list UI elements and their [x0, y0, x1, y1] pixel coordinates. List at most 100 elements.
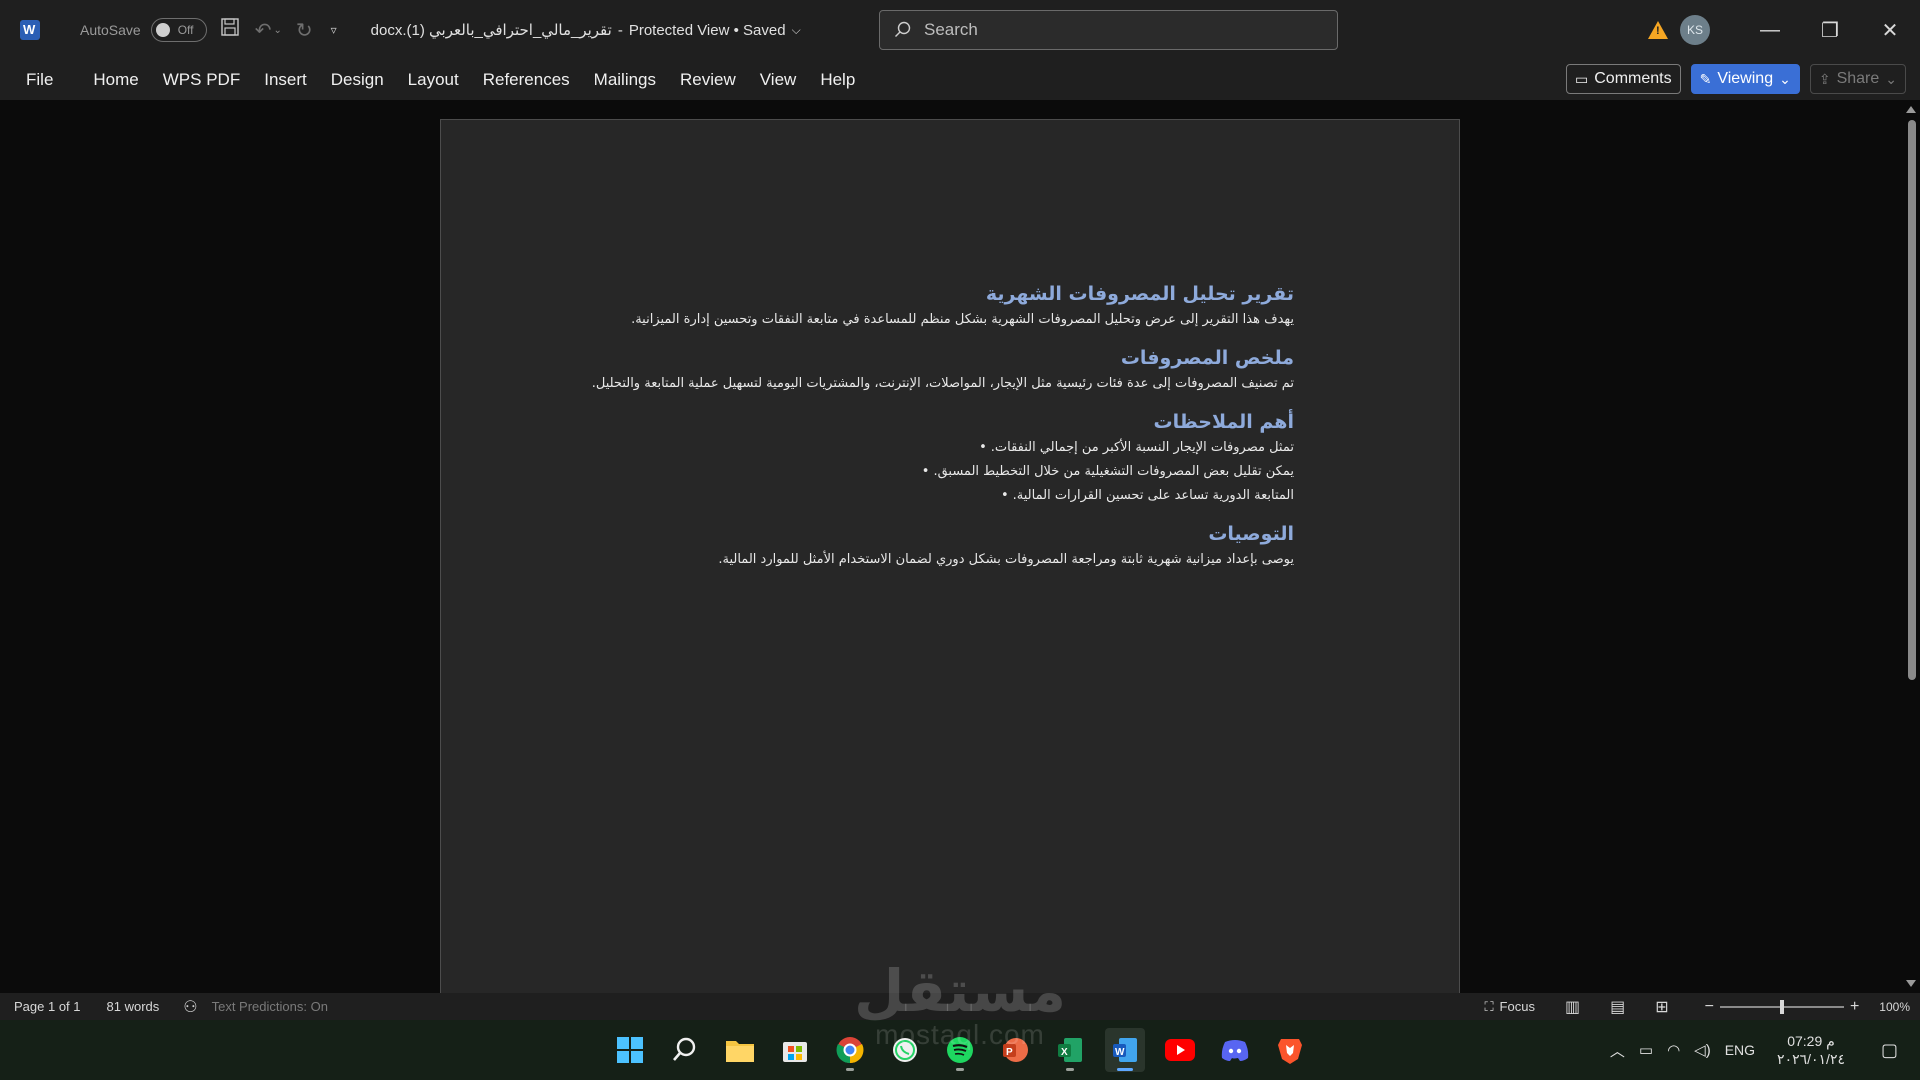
tab-mailings[interactable]: Mailings [582, 60, 668, 100]
running-indicator [1066, 1068, 1074, 1071]
volume-icon[interactable]: ◁) [1694, 1041, 1711, 1059]
read-mode-icon[interactable]: ▥ [1565, 997, 1580, 1017]
title-bar: AutoSave Off ↶ ⌄ ↻ ▿ تقرير_مالي_احترافي_… [0, 0, 1920, 60]
scroll-down-arrow-icon[interactable] [1906, 980, 1916, 987]
chevron-down-icon: ⌵ [791, 22, 801, 37]
watermark: مستقل mostaql.com [840, 960, 1080, 1050]
wifi-icon[interactable]: ◠ [1667, 1041, 1680, 1059]
share-label: Share [1836, 70, 1880, 87]
clock-time: 07:29 م [1787, 1033, 1835, 1049]
undo-dropdown-icon[interactable]: ⌄ [273, 25, 281, 36]
page-count[interactable]: Page 1 of 1 [14, 999, 81, 1014]
tab-wps-pdf[interactable]: WPS PDF [151, 60, 252, 100]
brave-icon[interactable] [1270, 1028, 1310, 1072]
list-item: يمكن تقليل بعض المصروفات التشغيلية من خل… [589, 460, 1294, 484]
svg-text:W: W [1115, 1047, 1125, 1058]
web-layout-icon[interactable]: ⊞ [1655, 997, 1668, 1017]
redo-icon[interactable]: ↻ [296, 18, 313, 43]
tab-help[interactable]: Help [808, 60, 867, 100]
scroll-up-arrow-icon[interactable] [1906, 106, 1916, 113]
share-icon: ⇪ [1818, 70, 1831, 87]
document-body[interactable]: تقرير تحليل المصروفات الشهرية يهدف هذا ا… [589, 280, 1294, 572]
search-input[interactable] [924, 20, 1284, 40]
file-explorer-icon[interactable] [720, 1028, 760, 1072]
zoom-in-button[interactable]: + [1850, 998, 1859, 1016]
watermark-logo: مستقل [853, 957, 1067, 1025]
battery-icon[interactable]: ▭ [1639, 1041, 1653, 1059]
list-item: تمثل مصروفات الإيجار النسبة الأكبر من إج… [589, 436, 1294, 460]
tab-view[interactable]: View [748, 60, 809, 100]
zoom-level[interactable]: 100% [1879, 1000, 1910, 1014]
title-separator: - [617, 21, 623, 39]
discord-icon[interactable] [1215, 1028, 1255, 1072]
zoom-slider-thumb[interactable] [1779, 999, 1784, 1014]
tab-references[interactable]: References [471, 60, 582, 100]
autosave-toggle[interactable]: Off [150, 18, 207, 42]
search-box[interactable] [879, 10, 1338, 50]
document-filename: تقرير_مالي_احترافي_بالعربي (1).docx [370, 22, 612, 39]
autosave-state: Off [177, 23, 194, 37]
tab-insert[interactable]: Insert [252, 60, 319, 100]
word-app-icon [20, 20, 40, 40]
tab-review[interactable]: Review [668, 60, 748, 100]
list-item: المتابعة الدورية تساعد على تحسين القرارا… [589, 484, 1294, 508]
language-indicator[interactable]: ENG [1725, 1042, 1755, 1058]
undo-icon[interactable]: ↶ [255, 18, 272, 43]
word-count[interactable]: 81 words [107, 999, 160, 1014]
notes-list: تمثل مصروفات الإيجار النسبة الأكبر من إج… [589, 436, 1294, 508]
windows-start-icon[interactable] [610, 1028, 650, 1072]
ribbon-tabs: File Home WPS PDF Insert Design Layout R… [0, 60, 1920, 100]
tab-file[interactable]: File [14, 60, 65, 100]
tab-home[interactable]: Home [81, 60, 150, 100]
document-title[interactable]: تقرير_مالي_احترافي_بالعربي (1).docx - Pr… [370, 21, 801, 40]
summary-paragraph: تم تصنيف المصروفات إلى عدة فئات رئيسية م… [591, 376, 1294, 391]
viewing-mode-button[interactable]: ✎ Viewing ⌄ [1690, 64, 1800, 94]
document-page[interactable]: تقرير تحليل المصروفات الشهرية يهدف هذا ا… [440, 119, 1460, 999]
word-icon[interactable]: W [1105, 1028, 1145, 1072]
share-button[interactable]: ⇪ Share ⌄ [1809, 64, 1906, 94]
focus-button[interactable]: ⛶ Focus [1484, 999, 1535, 1015]
vertical-scrollbar[interactable] [1902, 100, 1920, 993]
pen-icon: ✎ [1699, 70, 1712, 87]
youtube-icon[interactable] [1160, 1028, 1200, 1072]
tab-layout[interactable]: Layout [396, 60, 471, 100]
quick-access-dropdown-icon[interactable]: ▿ [331, 23, 337, 37]
summary-heading: ملخص المصروفات [1120, 347, 1294, 369]
taskbar-search-icon[interactable] [665, 1028, 705, 1072]
text-predictions[interactable]: Text Predictions: On [212, 999, 328, 1014]
notification-icon[interactable]: ▢ [1881, 1040, 1898, 1061]
focus-icon: ⛶ [1484, 998, 1494, 1014]
proofing-icon[interactable]: ⚇ [183, 997, 197, 1017]
close-button[interactable]: ✕ [1860, 0, 1920, 60]
recommendations-paragraph: يوصى بإعداد ميزانية شهرية ثابتة ومراجعة … [718, 552, 1294, 567]
chevron-down-icon: ⌄ [1779, 70, 1791, 87]
warning-icon[interactable] [1648, 21, 1668, 39]
running-indicator [1117, 1068, 1133, 1071]
viewing-label: Viewing [1717, 70, 1774, 87]
chevron-up-icon[interactable]: ︿ [1610, 1040, 1625, 1061]
watermark-url: mostaql.com [875, 1019, 1045, 1050]
comments-button[interactable]: ▭ Comments [1566, 64, 1681, 94]
tab-design[interactable]: Design [319, 60, 396, 100]
microsoft-store-icon[interactable] [775, 1028, 815, 1072]
document-canvas[interactable]: تقرير تحليل المصروفات الشهرية يهدف هذا ا… [0, 100, 1920, 999]
recommendations-heading: التوصيات [1208, 523, 1294, 545]
comments-label: Comments [1594, 70, 1672, 87]
restore-button[interactable]: ❐ [1800, 0, 1860, 60]
toggle-knob [155, 23, 170, 37]
save-icon[interactable] [221, 18, 239, 42]
comment-icon: ▭ [1575, 70, 1589, 87]
intro-paragraph: يهدف هذا التقرير إلى عرض وتحليل المصروفا… [631, 312, 1294, 327]
minimize-button[interactable]: — [1740, 0, 1800, 60]
avatar[interactable]: KS [1680, 15, 1710, 45]
zoom-slider[interactable] [1719, 999, 1844, 1014]
autosave-label: AutoSave [80, 22, 141, 38]
zoom-out-button[interactable]: − [1705, 998, 1714, 1016]
system-tray: ︿ ▭ ◠ ◁) ENG 07:29 م ٢٠٢٦/٠١/٢٤ ▢ [1610, 1020, 1920, 1080]
chevron-down-icon: ⌄ [1885, 70, 1897, 87]
running-indicator [956, 1068, 964, 1071]
print-layout-icon[interactable]: ▤ [1610, 997, 1625, 1017]
clock[interactable]: 07:29 م ٢٠٢٦/٠١/٢٤ [1777, 1032, 1845, 1068]
focus-label: Focus [1499, 999, 1535, 1014]
scroll-thumb[interactable] [1908, 120, 1916, 680]
